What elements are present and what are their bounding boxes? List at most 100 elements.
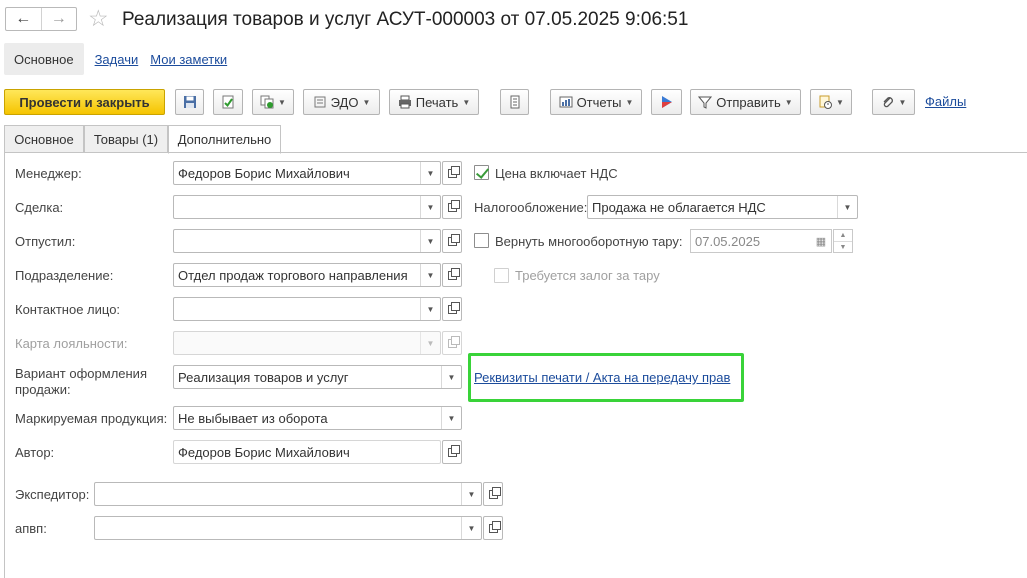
department-field[interactable]: Отдел продаж торгового направления ▼ <box>173 263 441 287</box>
history-nav: ← → <box>5 7 77 31</box>
variant-label: Вариант оформления продажи: <box>15 366 147 398</box>
floppy-disk-icon <box>183 95 197 109</box>
paper-plane-icon <box>698 95 713 109</box>
chevron-down-icon: ▼ <box>462 97 471 107</box>
marked-products-value: Не выбывает из оборота <box>178 411 328 426</box>
chevron-down-icon[interactable]: ▼ <box>420 298 440 320</box>
send-label: Отправить <box>716 94 781 110</box>
price-includes-vat-checkbox[interactable] <box>474 165 489 180</box>
chevron-down-icon[interactable]: ▼ <box>420 196 440 218</box>
contact-open-button[interactable] <box>442 297 462 321</box>
deal-field[interactable]: ▼ <box>173 195 441 219</box>
edo-icon <box>313 95 327 109</box>
department-label: Подразделение: <box>15 268 114 283</box>
tab-main[interactable]: Основное <box>4 125 84 153</box>
open-window-icon <box>488 520 501 533</box>
forwarder-open-button[interactable] <box>483 482 503 506</box>
chevron-down-icon: ▼ <box>362 97 371 107</box>
edo-label: ЭДО <box>330 94 359 110</box>
manager-open-button[interactable] <box>442 161 462 185</box>
variant-field[interactable]: Реализация товаров и услуг ▼ <box>173 365 462 389</box>
variant-value: Реализация товаров и услуг <box>178 370 349 385</box>
attachments-button[interactable]: ▼ <box>872 89 915 115</box>
print-requisites-link[interactable]: Реквизиты печати / Акта на передачу прав <box>474 370 730 385</box>
forwarder-label: Экспедитор: <box>15 487 90 502</box>
apvp-field[interactable]: ▼ <box>94 516 482 540</box>
open-window-icon <box>447 301 460 314</box>
variant-label-line2: продажи: <box>15 382 71 397</box>
post-and-close-button[interactable]: Провести и закрыть <box>4 89 165 115</box>
deposit-required-label: Требуется залог за тару <box>515 268 660 283</box>
document-clock-icon <box>818 95 833 109</box>
save-button[interactable] <box>175 89 204 115</box>
files-link[interactable]: Файлы <box>925 94 966 109</box>
tab-extra[interactable]: Дополнительно <box>168 125 281 154</box>
post-button[interactable] <box>213 89 243 115</box>
open-window-icon <box>447 199 460 212</box>
taxation-field[interactable]: Продажа не облагается НДС ▼ <box>587 195 858 219</box>
forwarder-field[interactable]: ▼ <box>94 482 482 506</box>
chevron-down-icon[interactable]: ▼ <box>420 264 440 286</box>
chevron-down-icon: ▼ <box>625 97 634 107</box>
tab-divider <box>4 152 1027 153</box>
document-settings-button[interactable]: ▼ <box>810 89 852 115</box>
print-button[interactable]: Печать ▼ <box>389 89 479 115</box>
deal-label: Сделка: <box>15 200 64 215</box>
send-button[interactable]: Отправить ▼ <box>690 89 801 115</box>
author-label: Автор: <box>15 445 55 460</box>
manager-label: Менеджер: <box>15 166 82 181</box>
price-includes-vat-label: Цена включает НДС <box>495 166 618 181</box>
chevron-down-icon[interactable]: ▼ <box>420 162 440 184</box>
chevron-down-icon: ▼ <box>784 97 793 107</box>
loyalty-open-button <box>442 331 462 355</box>
author-open-button[interactable] <box>442 440 462 464</box>
chevron-down-icon[interactable]: ▼ <box>461 483 481 505</box>
reports-button[interactable]: Отчеты ▼ <box>550 89 642 115</box>
released-label: Отпустил: <box>15 234 76 249</box>
reports-label: Отчеты <box>576 94 622 110</box>
command-bar: Провести и закрыть ▼ ЭДО ▼ Печать ▼ Отче… <box>0 89 1027 116</box>
tab-goods[interactable]: Товары (1) <box>84 125 168 153</box>
variant-label-line1: Вариант оформления <box>15 366 147 381</box>
nav-tasks-link[interactable]: Задачи <box>95 52 139 67</box>
chevron-down-icon[interactable]: ▼ <box>441 366 461 388</box>
create-based-on-button[interactable]: ▼ <box>252 89 294 115</box>
marked-products-field[interactable]: Не выбывает из оборота ▼ <box>173 406 462 430</box>
chevron-down-icon[interactable]: ▼ <box>837 196 857 218</box>
loyalty-label: Карта лояльности: <box>15 336 128 351</box>
open-window-icon <box>488 486 501 499</box>
marked-products-label: Маркируемая продукция: <box>15 411 168 426</box>
author-field[interactable]: Федоров Борис Михайлович <box>173 440 441 464</box>
nav-notes-link[interactable]: Мои заметки <box>150 52 227 67</box>
department-open-button[interactable] <box>442 263 462 287</box>
chevron-down-icon[interactable]: ▼ <box>461 517 481 539</box>
released-field[interactable]: ▼ <box>173 229 441 253</box>
arrow-right-icon[interactable]: → <box>40 8 77 30</box>
panel-border <box>4 152 5 578</box>
manager-field[interactable]: Федоров Борис Михайлович ▼ <box>173 161 441 185</box>
author-value: Федоров Борис Михайлович <box>178 445 350 460</box>
nav-main[interactable]: Основное <box>4 43 84 75</box>
chevron-down-icon[interactable]: ▼ <box>420 230 440 252</box>
return-tare-checkbox[interactable] <box>474 233 489 248</box>
department-value: Отдел продаж торгового направления <box>178 268 408 283</box>
apvp-open-button[interactable] <box>483 516 503 540</box>
chevron-down-icon: ▼ <box>898 97 907 107</box>
edo-button[interactable]: ЭДО ▼ <box>303 89 380 115</box>
released-open-button[interactable] <box>442 229 462 253</box>
open-window-icon <box>447 267 460 280</box>
document-list-icon <box>508 95 522 109</box>
send-to-service-button[interactable] <box>651 89 682 115</box>
arrow-left-icon[interactable]: ← <box>6 8 41 30</box>
structure-button[interactable] <box>500 89 529 115</box>
chevron-down-icon: ▼ <box>420 332 440 354</box>
return-tare-date-value: 07.05.2025 <box>695 234 761 249</box>
contact-field[interactable]: ▼ <box>173 297 441 321</box>
chevron-down-icon[interactable]: ▼ <box>441 407 461 429</box>
taxation-label: Налогообложение: <box>474 200 588 215</box>
deal-open-button[interactable] <box>442 195 462 219</box>
star-icon[interactable]: ☆ <box>88 6 109 30</box>
contact-label: Контактное лицо: <box>15 302 121 317</box>
loyalty-field: ▼ <box>173 331 441 355</box>
create-based-on-icon <box>260 95 274 109</box>
